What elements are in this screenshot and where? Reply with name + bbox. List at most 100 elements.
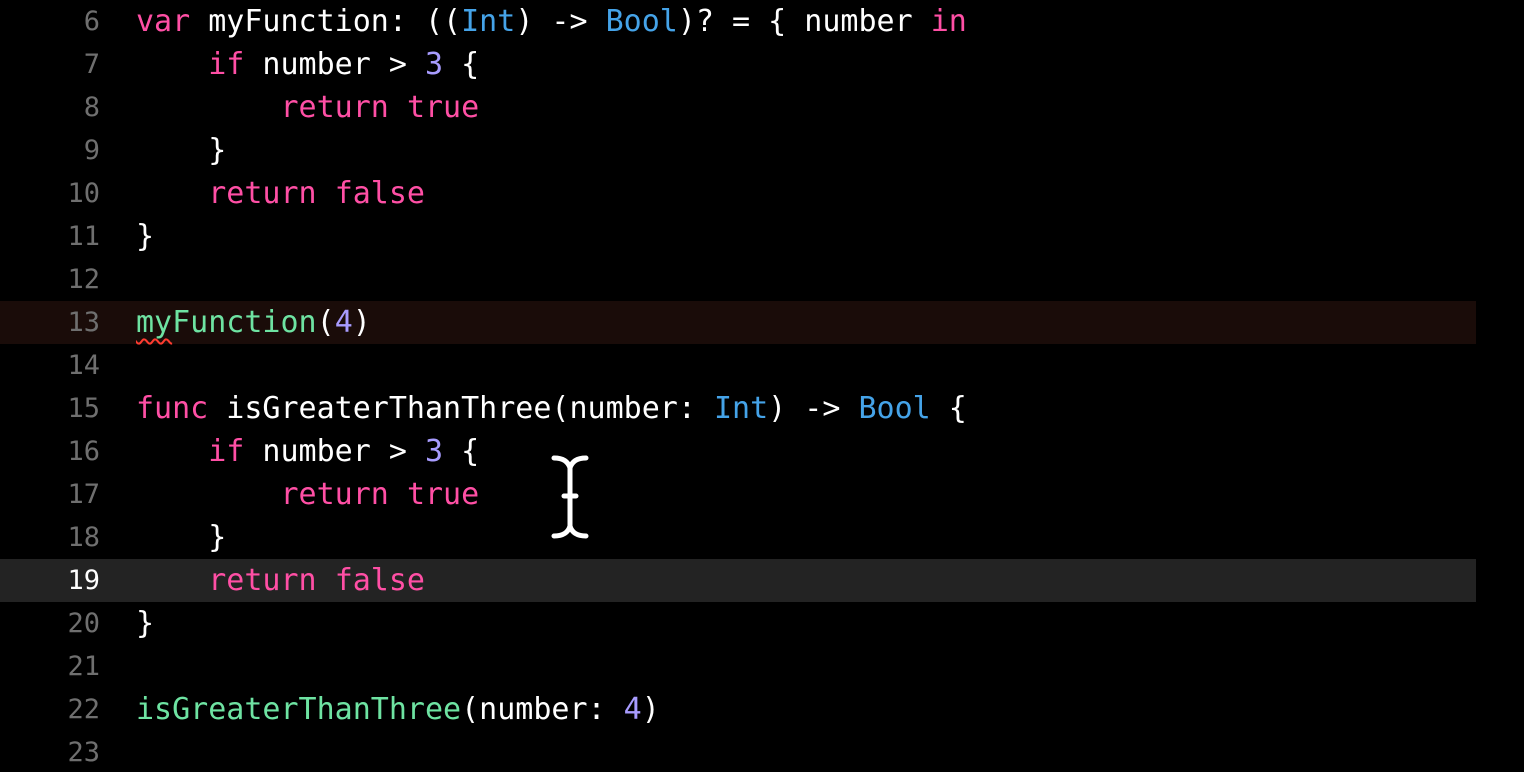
code-token: { (443, 433, 480, 469)
code-line[interactable]: 22 isGreaterThanThree(number: 4) (0, 688, 1476, 731)
code-token: myFunction: (( (190, 3, 462, 39)
code-token: 3 (425, 46, 444, 82)
code-token: } (136, 519, 227, 555)
code-token: Int (461, 3, 516, 39)
line-number: 13 (67, 306, 100, 338)
line-number: 10 (67, 177, 100, 209)
code-line[interactable]: 17 return true (0, 473, 1476, 516)
i-beam-cursor-icon (549, 453, 591, 541)
code-line[interactable]: 14 (0, 344, 1476, 387)
code-token: 4 (623, 691, 642, 727)
code-line[interactable]: 9 } (0, 129, 1476, 172)
code-token: { (930, 390, 967, 426)
line-number: 16 (67, 435, 100, 467)
code-token: } (136, 605, 155, 641)
code-line[interactable]: 10 return false (0, 172, 1476, 215)
code-editor[interactable]: 6 var myFunction: ((Int) -> Bool)? = { nu… (0, 0, 1524, 772)
code-token: if (208, 46, 245, 82)
code-line[interactable]: 18 } (0, 516, 1476, 559)
code-token: isGreaterThanThree (136, 691, 462, 727)
code-token: false (334, 175, 425, 211)
line-number: 21 (67, 650, 100, 682)
code-text: var myFunction: ((Int) -> Bool)? = { num… (136, 0, 967, 43)
code-text: } (136, 215, 154, 258)
line-number: 17 (67, 478, 100, 510)
code-token: var (136, 3, 191, 39)
code-token: if (208, 433, 245, 469)
line-number: 15 (67, 392, 100, 424)
code-token: return (280, 476, 389, 512)
code-token: )? = { number (677, 3, 931, 39)
code-token: false (334, 562, 425, 598)
code-text: if number > 3 { (136, 43, 479, 86)
code-token: my (136, 304, 173, 340)
code-token: in (930, 3, 967, 39)
code-token: Int (713, 390, 769, 426)
line-number: 19 (67, 564, 100, 596)
code-line[interactable]: 7 if number > 3 { (0, 43, 1476, 86)
line-number: 22 (67, 693, 100, 725)
code-line[interactable]: 20} (0, 602, 1476, 645)
code-line[interactable]: 13 myFunction(4) (0, 300, 1476, 344)
code-line[interactable]: 12 (0, 258, 1476, 301)
line-number: 7 (83, 48, 100, 80)
code-token: } (136, 132, 227, 168)
code-token: true (406, 89, 480, 125)
code-text: isGreaterThanThree(number: 4) (136, 688, 660, 731)
code-text: if number > 3 { (136, 430, 479, 473)
line-number: 12 (67, 263, 100, 295)
code-line[interactable]: 19 return false (0, 558, 1476, 602)
code-line[interactable]: 21 (0, 645, 1476, 688)
code-token: return (208, 562, 317, 598)
code-text: } (136, 602, 154, 645)
code-token: ) (352, 304, 371, 340)
code-token: return (280, 89, 389, 125)
code-text: } (136, 129, 226, 172)
code-token: { (443, 46, 480, 82)
line-number: 11 (67, 220, 100, 252)
code-token: Bool (605, 3, 678, 39)
code-token: return (208, 175, 317, 211)
code-text: return false (136, 172, 425, 215)
code-text: myFunction(4) (136, 301, 371, 344)
code-line[interactable]: 16 if number > 3 { (0, 430, 1476, 473)
code-token: ) -> (768, 390, 859, 426)
line-number: 18 (67, 521, 100, 553)
line-number: 9 (83, 134, 100, 166)
code-token: ) (641, 691, 660, 727)
code-token: 3 (425, 433, 444, 469)
code-text: return true (136, 86, 480, 129)
code-token: (number: (461, 691, 624, 727)
code-token: ( (316, 304, 335, 340)
line-number: 23 (67, 736, 100, 768)
code-line[interactable]: 23 (0, 731, 1476, 772)
code-token: ) -> (515, 3, 606, 39)
code-token: number > (244, 46, 425, 82)
code-text: } (136, 516, 226, 559)
code-line[interactable]: 6 var myFunction: ((Int) -> Bool)? = { nu… (0, 0, 1476, 43)
line-number: 14 (67, 349, 100, 381)
line-number: 6 (83, 5, 100, 37)
code-token: number > (244, 433, 425, 469)
code-text: return false (136, 559, 425, 602)
code-line[interactable]: 11} (0, 215, 1476, 258)
code-token: func (136, 390, 209, 426)
code-token: true (406, 476, 480, 512)
code-text: return true (136, 473, 480, 516)
code-token: isGreaterThanThree(number: (208, 390, 714, 426)
code-text: func isGreaterThanThree(number: Int) -> … (136, 387, 967, 430)
code-line[interactable]: 15 func isGreaterThanThree(number: Int) -… (0, 387, 1476, 430)
line-number: 8 (83, 91, 100, 123)
code-line[interactable]: 8 return true (0, 86, 1476, 129)
code-token: } (136, 218, 155, 254)
code-token: Bool (858, 390, 931, 426)
